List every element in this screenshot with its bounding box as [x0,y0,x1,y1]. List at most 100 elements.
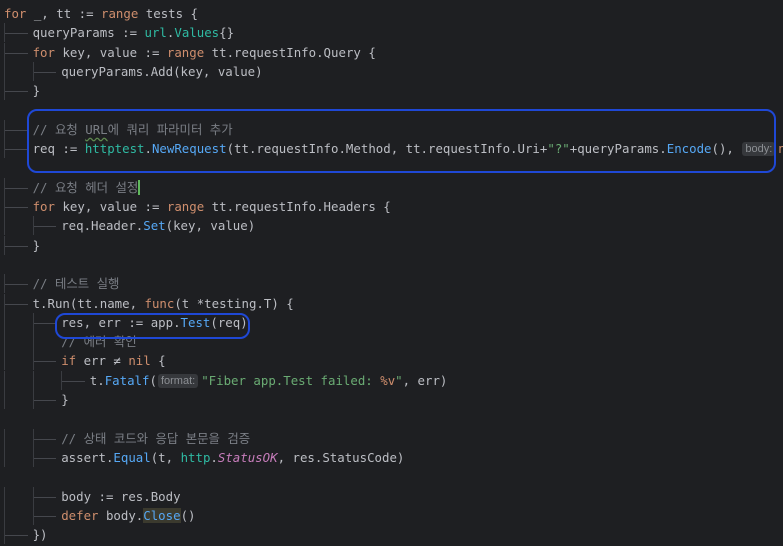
code-token: defer [61,507,99,523]
code-token: nil [128,353,151,369]
code-token: Test [180,314,211,330]
code-token: queryParams.Add(key, value) [61,63,263,79]
code-line[interactable]: for key, value := range tt.requestInfo.Q… [0,42,783,62]
code-token: // 상태 코드와 응답 본문을 검증 [61,430,251,446]
code-text: for _, tt := range tests { [4,4,198,23]
code-token: NewRequest [151,141,227,157]
code-text: // 요청 헤더 설정 [33,178,141,197]
code-token: // 요청 헤더 설정 [32,179,139,195]
text-caret [138,179,141,195]
code-token: body := res.Body [61,488,181,504]
code-line[interactable]: }) [0,525,783,545]
code-token: (t, [150,449,181,465]
code-token: for [32,44,55,60]
code-line[interactable]: defer body.Close() [0,505,783,525]
code-token: tests { [138,6,198,21]
parameter-hint: body: [742,142,776,157]
code-token: res, err := app. [61,314,181,330]
code-token: "?" [547,141,570,157]
code-text: }) [33,525,48,544]
code-token: http [180,449,211,465]
code-token: (), [711,141,742,157]
code-text: req := httptest.NewRequest(tt.requestInf… [33,139,783,158]
code-token: 에 쿼리 파라미터 추가 [107,121,233,137]
code-line[interactable] [0,409,783,428]
code-token: queryParams := [32,25,145,41]
code-token: if [61,353,77,369]
code-line[interactable]: // 상태 코드와 응답 본문을 검증 [0,428,783,448]
code-text: } [33,81,40,100]
code-line[interactable]: // 요청 URL에 쿼리 파라미터 추가 [0,119,783,139]
code-editor[interactable]: for _, tt := range tests {queryParams :=… [0,0,783,546]
code-line[interactable]: body := res.Body [0,486,783,506]
code-line[interactable]: for _, tt := range tests { [0,4,783,23]
code-text: req.Header.Set(key, value) [61,216,255,235]
code-token: body. [98,507,144,523]
code-token: Fatalf [104,372,150,388]
code-text: for key, value := range tt.requestInfo.Q… [33,43,376,62]
code-text: res, err := app.Test(req) [61,313,248,332]
code-token: %v [380,372,396,388]
code-text: } [33,236,40,255]
code-line[interactable]: queryParams := url.Values{} [0,23,783,43]
code-line[interactable]: if err ≠ nil { [0,351,783,371]
code-token: req.Header. [61,218,144,234]
code-line[interactable]: req.Header.Set(key, value) [0,216,783,236]
code-line[interactable]: queryParams.Add(key, value) [0,61,783,81]
code-text: body := res.Body [61,487,180,506]
code-line[interactable]: // 요청 헤더 설정 [0,177,783,197]
code-line[interactable]: // 에러 확인 [0,332,783,352]
code-token: " [395,372,403,388]
code-text: queryParams := url.Values{} [33,23,234,42]
code-token: } [32,237,41,253]
code-text: // 요청 URL에 쿼리 파라미터 추가 [33,120,233,139]
code-line[interactable]: } [0,235,783,255]
code-line[interactable]: t.Fatalf(format: "Fiber app.Test failed: … [0,370,783,390]
code-line[interactable]: assert.Equal(t, http.StatusOK, res.Statu… [0,447,783,467]
code-line[interactable]: for key, value := range tt.requestInfo.H… [0,197,783,216]
code-token: }) [32,527,48,543]
code-line[interactable] [0,255,783,274]
parameter-hint: format: [157,373,199,388]
code-token: Encode [666,141,712,157]
code-token: { [150,353,166,369]
code-line[interactable]: t.Run(tt.name, func(t *testing.T) { [0,293,783,313]
code-token: // 요청 [32,121,86,137]
code-token: URL [85,121,108,137]
code-token: +queryParams. [569,141,667,157]
code-token: url [144,25,167,41]
code-token: (tt.requestInfo.Method, tt.requestInfo.U… [226,141,548,157]
code-token: StatusOK [217,449,278,465]
code-token: Equal [113,449,151,465]
code-token: _, tt := [26,6,101,21]
code-line[interactable]: // 테스트 실행 [0,274,783,294]
code-line[interactable]: } [0,390,783,409]
code-token: } [61,392,69,407]
code-line[interactable] [0,158,783,177]
code-line[interactable]: } [0,81,783,101]
code-token: // 에러 확인 [61,334,137,350]
code-token: } [32,83,41,99]
code-text: t.Run(tt.name, func(t *testing.T) { [33,294,294,313]
code-token: func [144,295,175,311]
code-token: . [210,449,218,465]
code-token: () [180,507,196,523]
code-token: . [144,141,152,157]
code-token: ( [149,372,157,388]
code-token: range [166,199,205,214]
code-token: Values [174,25,220,41]
code-text: // 테스트 실행 [33,274,120,293]
code-token: range [101,6,139,21]
code-token: key, value := [54,199,167,214]
code-token: (t *testing.T) { [174,295,294,311]
code-line[interactable] [0,467,783,486]
code-text: if err ≠ nil { [61,351,165,370]
code-token: req := [32,141,85,157]
code-token: {} [219,25,235,41]
code-line[interactable] [0,101,783,120]
code-line[interactable]: res, err := app.Test(req) [0,312,783,332]
code-text: assert.Equal(t, http.StatusOK, res.Statu… [61,448,404,467]
code-line[interactable]: req := httptest.NewRequest(tt.requestInf… [0,139,783,159]
code-token: (req) [210,314,248,330]
code-token: for [32,199,55,214]
